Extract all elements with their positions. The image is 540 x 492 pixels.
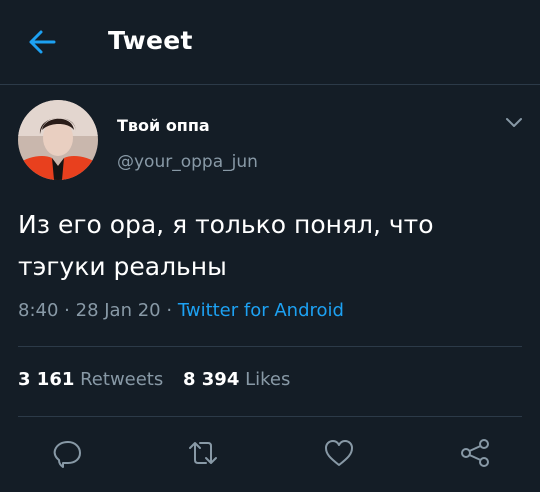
tweet-options-button[interactable] [502,112,526,132]
likes-stat[interactable]: 8 394 Likes [183,369,290,390]
tweet-source-link[interactable]: Twitter for Android [178,300,344,321]
author-handle[interactable]: @your_oppa_jun [117,152,258,172]
likes-count: 8 394 [182,369,240,390]
retweet-icon [189,442,217,464]
tweet-stats: 3 161 Retweets 8 394 Likes [18,369,290,390]
retweets-label: Retweets [80,369,164,390]
meta-separator: · [166,300,173,321]
reply-button[interactable] [50,436,84,470]
stats-divider [18,416,522,417]
tweet-text: Из его ора, я только понял, что тэгуки р… [18,204,518,288]
back-button[interactable] [24,26,60,58]
tweet-detail-screen: Tweet Твой оппа @your_oppa_jun Из его ор… [0,0,540,492]
like-icon [325,440,353,466]
reply-icon [53,441,81,468]
retweets-stat[interactable]: 3 161 Retweets [18,369,163,390]
tweet-meta: 8:40 · 28 Jan 20 · Twitter for Android [18,300,344,321]
meta-divider [18,346,522,347]
tweet-text-line: тэгуки реальны [18,252,227,281]
retweets-count: 3 161 [18,369,75,390]
top-bar: Tweet [0,0,540,84]
author-display-name[interactable]: Твой оппа [117,116,210,135]
page-title: Tweet [108,26,193,55]
share-button[interactable] [458,436,492,470]
retweet-button[interactable] [186,436,220,470]
like-button[interactable] [322,436,356,470]
chevron-down-icon [506,118,522,127]
avatar-image [18,100,98,180]
meta-separator: · [64,300,70,321]
avatar[interactable] [18,100,98,180]
tweet-date: 28 Jan 20 [75,300,161,321]
share-icon [461,439,489,467]
tweet-text-line: Из его ора, я только понял, что [18,210,434,239]
tweet-time: 8:40 [18,300,59,321]
arrow-left-icon [29,30,56,54]
header-divider [0,84,540,85]
likes-label: Likes [245,369,291,390]
